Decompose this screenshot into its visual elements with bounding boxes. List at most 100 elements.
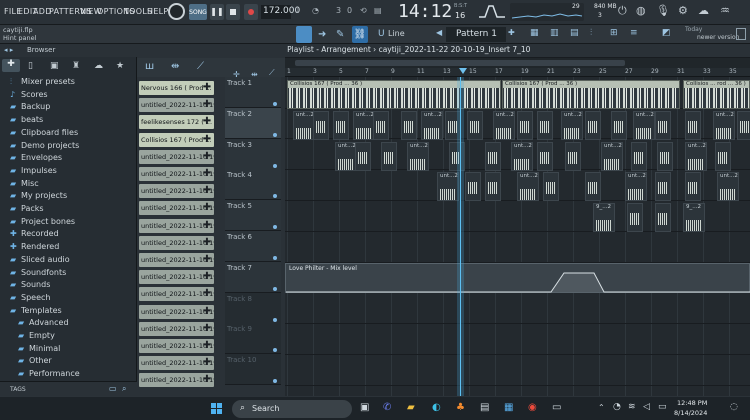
pattern-clip[interactable]: unt...2 xyxy=(511,141,533,171)
track-mute-led[interactable] xyxy=(273,225,277,230)
pattern-clip[interactable]: unt...2 xyxy=(407,141,429,171)
pattern-item[interactable]: untitled_2022-11-10 19-...✚ xyxy=(139,356,214,371)
pattern-clip[interactable]: unt...2 xyxy=(421,110,443,140)
track-mute-led[interactable] xyxy=(273,256,277,260)
browser-item[interactable]: ▰ Other xyxy=(18,356,52,365)
pattern-clip[interactable]: unt...2 xyxy=(601,141,623,171)
browser-item[interactable]: ▰ Sounds xyxy=(10,280,50,289)
pattern-item[interactable]: untitled_2022-11-10 19-...✚ xyxy=(139,287,214,302)
pattern-add-icon[interactable]: ✚ xyxy=(201,167,213,181)
playlist-icon[interactable]: ▦ xyxy=(530,28,539,38)
pattern-clip[interactable]: unt...2 xyxy=(293,110,315,140)
browser-item[interactable]: ▰ Templates xyxy=(10,306,62,315)
browser-item[interactable]: ▰ Misc xyxy=(10,179,39,188)
pattern-add-icon[interactable]: ✚ xyxy=(201,287,213,301)
pattern-item[interactable]: untitled_2022-11-10 19-...✚ xyxy=(139,98,214,113)
browser-item[interactable]: ▰ Clipboard files xyxy=(10,128,78,137)
browser-item[interactable]: ▰ Minimal xyxy=(18,344,60,353)
pattern-item[interactable]: untitled_2022-11-10 19-...✚ xyxy=(139,167,214,181)
overview-scroll-thumb[interactable] xyxy=(295,60,625,66)
pattern-clip[interactable] xyxy=(465,172,481,202)
pattern-item[interactable]: Nervous 166 ( Prod ... ✚ xyxy=(139,81,214,95)
browser-icon[interactable]: ≡ xyxy=(630,28,638,38)
mixer-toggle-icon[interactable]: ♒ xyxy=(720,4,730,17)
track-mute-led[interactable] xyxy=(273,317,277,322)
pencil-mode-icon[interactable]: ✎ xyxy=(336,29,344,40)
browser-cloud-icon[interactable]: ☁ xyxy=(94,61,103,71)
pattern-item[interactable]: untitled_2022-11-10 19-...✚ xyxy=(139,339,214,353)
track-header[interactable]: Track 1 xyxy=(225,77,281,108)
news-icon[interactable] xyxy=(736,28,746,40)
fl-studio-icon[interactable]: ♣ xyxy=(456,402,465,413)
pattern-clip[interactable] xyxy=(585,110,601,140)
teams-icon[interactable]: ✆ xyxy=(383,402,391,413)
timeline-ruler[interactable]: 1 3 5 7 9 11 13 15 17 19 21 23 25 27 29 31 33 35 xyxy=(285,68,750,77)
browser-item[interactable]: ▰ Impulses xyxy=(10,166,57,175)
cloud-icon[interactable]: ☁ xyxy=(698,4,709,17)
pattern-add-icon[interactable]: ✚ xyxy=(201,373,213,387)
browser-current-project-icon[interactable]: ▣ xyxy=(50,61,59,71)
browser-item[interactable]: ▰ Empty xyxy=(18,331,55,340)
browser-project-tab-icon[interactable]: ▯ xyxy=(28,61,33,71)
track-mute-led[interactable] xyxy=(273,379,277,384)
track-mute-led[interactable] xyxy=(273,163,277,168)
pattern-add-icon[interactable]: ✚ xyxy=(201,305,213,319)
arrow-icon[interactable]: ➜ xyxy=(318,29,326,40)
update-notice[interactable]: newer version xyxy=(697,34,739,41)
browser-item[interactable]: ▰ My projects xyxy=(10,191,67,200)
pattern-clip[interactable]: unt...2 xyxy=(517,172,539,202)
track-header[interactable]: Track 8 xyxy=(225,292,281,324)
pattern-add-icon[interactable]: ✚ xyxy=(201,133,213,147)
pattern-prev-icon[interactable]: ◀ xyxy=(436,28,442,37)
pattern-clip[interactable] xyxy=(355,141,371,171)
piano-roll-icon[interactable]: ▥ xyxy=(550,28,559,38)
tray-chevron-icon[interactable]: ⌃ xyxy=(598,403,605,412)
pattern-clip[interactable]: unt...2 xyxy=(561,110,583,140)
pattern-add-icon[interactable]: ✚ xyxy=(201,81,213,95)
chrome-icon[interactable]: ◉ xyxy=(528,402,537,413)
clock-time[interactable]: 12:48 PM xyxy=(677,399,707,407)
pattern-clip[interactable] xyxy=(401,110,417,140)
pattern-clip[interactable]: unt...2 xyxy=(353,110,375,140)
pattern-clip[interactable]: unt...2 xyxy=(685,141,707,171)
online-icon[interactable]: ◍ xyxy=(636,4,646,17)
pattern-clip[interactable] xyxy=(381,141,397,171)
pattern-clip[interactable] xyxy=(517,110,533,140)
browser-menu-icon[interactable]: ◂ ▸ xyxy=(4,46,13,54)
track-header[interactable]: Track 4 xyxy=(225,169,281,201)
pattern-item[interactable]: untitled_2022-11-10 19-...✚ xyxy=(139,321,214,336)
track-mute-led[interactable] xyxy=(273,132,277,137)
playhead-marker-icon[interactable] xyxy=(459,68,467,74)
pattern-item[interactable]: untitled_2022-11-10 19-...✚ xyxy=(139,235,214,250)
pattern-clip[interactable] xyxy=(537,141,553,171)
countdown-icon[interactable]: 3 xyxy=(336,6,341,15)
browser-item[interactable]: ▰ Demo projects xyxy=(10,141,79,150)
pattern-clip[interactable] xyxy=(485,172,501,202)
plugin-picker-icon[interactable]: ⊞ xyxy=(610,28,618,38)
track-header[interactable]: Track 5 xyxy=(225,200,281,232)
edge-icon[interactable]: ◐ xyxy=(432,402,441,413)
wifi-icon[interactable]: ≋ xyxy=(628,402,636,412)
pattern-add-icon[interactable]: ✚ xyxy=(201,339,213,353)
pattern-clip[interactable] xyxy=(631,141,647,171)
pattern-clip[interactable] xyxy=(655,172,671,202)
taskbar-search[interactable]: ⌕ Search xyxy=(232,400,352,418)
pattern-clip[interactable] xyxy=(543,172,559,202)
magnet-icon[interactable]: U xyxy=(378,29,385,39)
pattern-add-icon[interactable]: ✚ xyxy=(201,184,213,198)
track-header[interactable]: Track 2 xyxy=(225,107,281,139)
browser-item[interactable]: ▰ Sliced audio xyxy=(10,255,70,264)
pattern-add-icon[interactable]: ✚ xyxy=(201,322,213,336)
snap-mode-label[interactable]: Line xyxy=(388,29,405,38)
pattern-clip[interactable] xyxy=(313,110,329,140)
blend-icon[interactable]: 0 xyxy=(347,6,352,15)
pattern-clip[interactable] xyxy=(485,141,501,171)
app-icon[interactable]: ▤ xyxy=(480,402,489,413)
track-header[interactable]: Track 3 xyxy=(225,138,281,170)
track-header[interactable]: Track 7 xyxy=(225,261,281,293)
browser-search-icon[interactable]: ⌕ xyxy=(122,384,126,394)
clock-date[interactable]: 8/14/2024 xyxy=(674,409,707,417)
pattern-item[interactable]: untitled_2022-11-10 19-...✚ xyxy=(139,373,214,388)
browser-item[interactable]: ▰ beats xyxy=(10,115,43,124)
play-button[interactable]: ❚❚ xyxy=(210,4,224,20)
